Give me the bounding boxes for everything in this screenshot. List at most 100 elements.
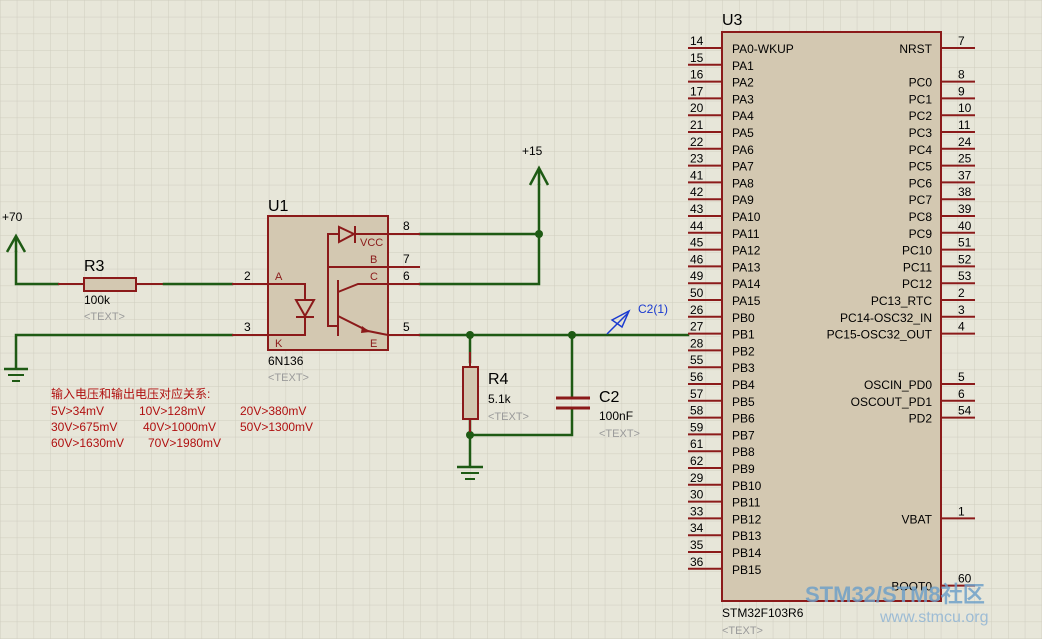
note-cell: 70V>1980mV bbox=[148, 436, 221, 450]
junction bbox=[535, 230, 543, 238]
pin-number: 40 bbox=[958, 219, 972, 233]
pin-number: 44 bbox=[690, 219, 704, 233]
pin-number: 59 bbox=[690, 420, 704, 434]
component-ref: R4 bbox=[488, 371, 509, 388]
pin-number: 42 bbox=[690, 185, 704, 199]
power-label: +15 bbox=[522, 144, 543, 158]
pin-number: 34 bbox=[690, 521, 704, 535]
pin-name: PB6 bbox=[732, 412, 755, 426]
pin-label: K bbox=[275, 338, 283, 350]
pin-name: PC14-OSC32_IN bbox=[840, 311, 932, 325]
pin-name: PB5 bbox=[732, 395, 755, 409]
pin-number: 56 bbox=[690, 370, 704, 384]
note-cell: 5V>34mV bbox=[51, 404, 104, 418]
pin-name: PA2 bbox=[732, 76, 754, 90]
pin-name: PC9 bbox=[909, 227, 933, 241]
pin-name: PC7 bbox=[909, 193, 933, 207]
pin-name: PB1 bbox=[732, 328, 755, 342]
pin-name: PB4 bbox=[732, 378, 755, 392]
pin-name: PC13_RTC bbox=[871, 294, 932, 308]
note-cell: 30V>675mV bbox=[51, 420, 117, 434]
pin-name: PA0-WKUP bbox=[732, 42, 794, 56]
component-text: <TEXT> bbox=[488, 411, 529, 423]
pin-number: 53 bbox=[958, 269, 972, 283]
pin-number: 20 bbox=[690, 101, 704, 115]
pin-number: 2 bbox=[244, 269, 251, 283]
pin-number: 30 bbox=[690, 488, 704, 502]
pin-name: PA7 bbox=[732, 160, 754, 174]
pin-number: 2 bbox=[958, 286, 965, 300]
pin-number: 62 bbox=[690, 454, 704, 468]
pin-number: 58 bbox=[690, 404, 704, 418]
pin-number: 6 bbox=[403, 269, 410, 283]
component-part: STM32F103R6 bbox=[722, 606, 804, 620]
pin-number: 8 bbox=[958, 68, 965, 82]
pin-label: E bbox=[370, 338, 377, 350]
pin-number: 46 bbox=[690, 252, 704, 266]
pin-name: PB3 bbox=[732, 361, 755, 375]
pin-number: 51 bbox=[958, 236, 972, 250]
pin-name: PA13 bbox=[732, 260, 761, 274]
pin-name: PA8 bbox=[732, 176, 754, 190]
component-ref: U1 bbox=[268, 198, 289, 215]
component-ref: C2 bbox=[599, 389, 620, 406]
pin-name: OSCOUT_PD1 bbox=[851, 395, 933, 409]
pin-number: 15 bbox=[690, 51, 704, 65]
pin-number: 33 bbox=[690, 504, 704, 518]
mcu-u3[interactable]: U3 14PA0-WKUP15PA116PA217PA320PA421PA522… bbox=[688, 12, 975, 637]
pin-name: PC15-OSC32_OUT bbox=[827, 328, 933, 342]
junction bbox=[466, 331, 474, 339]
component-value: 100k bbox=[84, 293, 111, 307]
watermark-url: www.stmcu.org bbox=[879, 609, 988, 626]
pin-number: 26 bbox=[690, 303, 704, 317]
note-cell: 20V>380mV bbox=[240, 404, 306, 418]
component-text: <TEXT> bbox=[599, 428, 640, 440]
pin-name: PB12 bbox=[732, 512, 762, 526]
pin-name: PC12 bbox=[902, 277, 932, 291]
pin-name: PC10 bbox=[902, 244, 932, 258]
pin-name: PC1 bbox=[909, 92, 933, 106]
pin-number: 5 bbox=[958, 370, 965, 384]
pin-label: C bbox=[370, 271, 378, 283]
pin-name: PD2 bbox=[909, 412, 933, 426]
pin-name: PC2 bbox=[909, 109, 933, 123]
pin-number: 16 bbox=[690, 68, 704, 82]
pin-name: PA5 bbox=[732, 126, 754, 140]
component-value: 100nF bbox=[599, 409, 633, 423]
pin-number: 24 bbox=[958, 135, 972, 149]
pin-number: 22 bbox=[690, 135, 704, 149]
pin-number: 29 bbox=[690, 471, 704, 485]
schematic-canvas[interactable]: +70 +15 R3 100k <TEXT> U1 2 3 A K 8 7 6 … bbox=[0, 0, 1042, 639]
pin-name: PC11 bbox=[903, 260, 932, 274]
component-value: 5.1k bbox=[488, 392, 512, 406]
pin-number: 5 bbox=[403, 320, 410, 334]
pin-number: 57 bbox=[690, 387, 704, 401]
pin-name: NRST bbox=[899, 42, 932, 56]
pin-number: 17 bbox=[690, 84, 704, 98]
junction bbox=[466, 431, 474, 439]
pin-number: 8 bbox=[403, 219, 410, 233]
component-text: <TEXT> bbox=[84, 311, 125, 323]
pin-number: 38 bbox=[958, 185, 972, 199]
pin-name: PA4 bbox=[732, 109, 754, 123]
pin-number: 50 bbox=[690, 286, 704, 300]
pin-number: 37 bbox=[958, 168, 972, 182]
component-part: 6N136 bbox=[268, 354, 304, 368]
component-ref: R3 bbox=[84, 258, 105, 275]
pin-number: 23 bbox=[690, 152, 704, 166]
pin-name: PA12 bbox=[732, 244, 761, 258]
pin-number: 21 bbox=[690, 118, 704, 132]
pin-number: 14 bbox=[690, 34, 704, 48]
pin-label: B bbox=[370, 254, 377, 266]
pin-name: PB7 bbox=[732, 428, 755, 442]
note-cell: 50V>1300mV bbox=[240, 420, 313, 434]
pin-number: 39 bbox=[958, 202, 972, 216]
pin-name: PB11 bbox=[732, 496, 761, 510]
watermark-brand: STM32/STM8社区 bbox=[805, 582, 985, 607]
pin-name: PC3 bbox=[909, 126, 933, 140]
pin-number: 43 bbox=[690, 202, 704, 216]
pin-name: PB14 bbox=[732, 546, 762, 560]
pin-number: 54 bbox=[958, 404, 972, 418]
pin-number: 52 bbox=[958, 252, 972, 266]
component-text: <TEXT> bbox=[722, 625, 763, 637]
